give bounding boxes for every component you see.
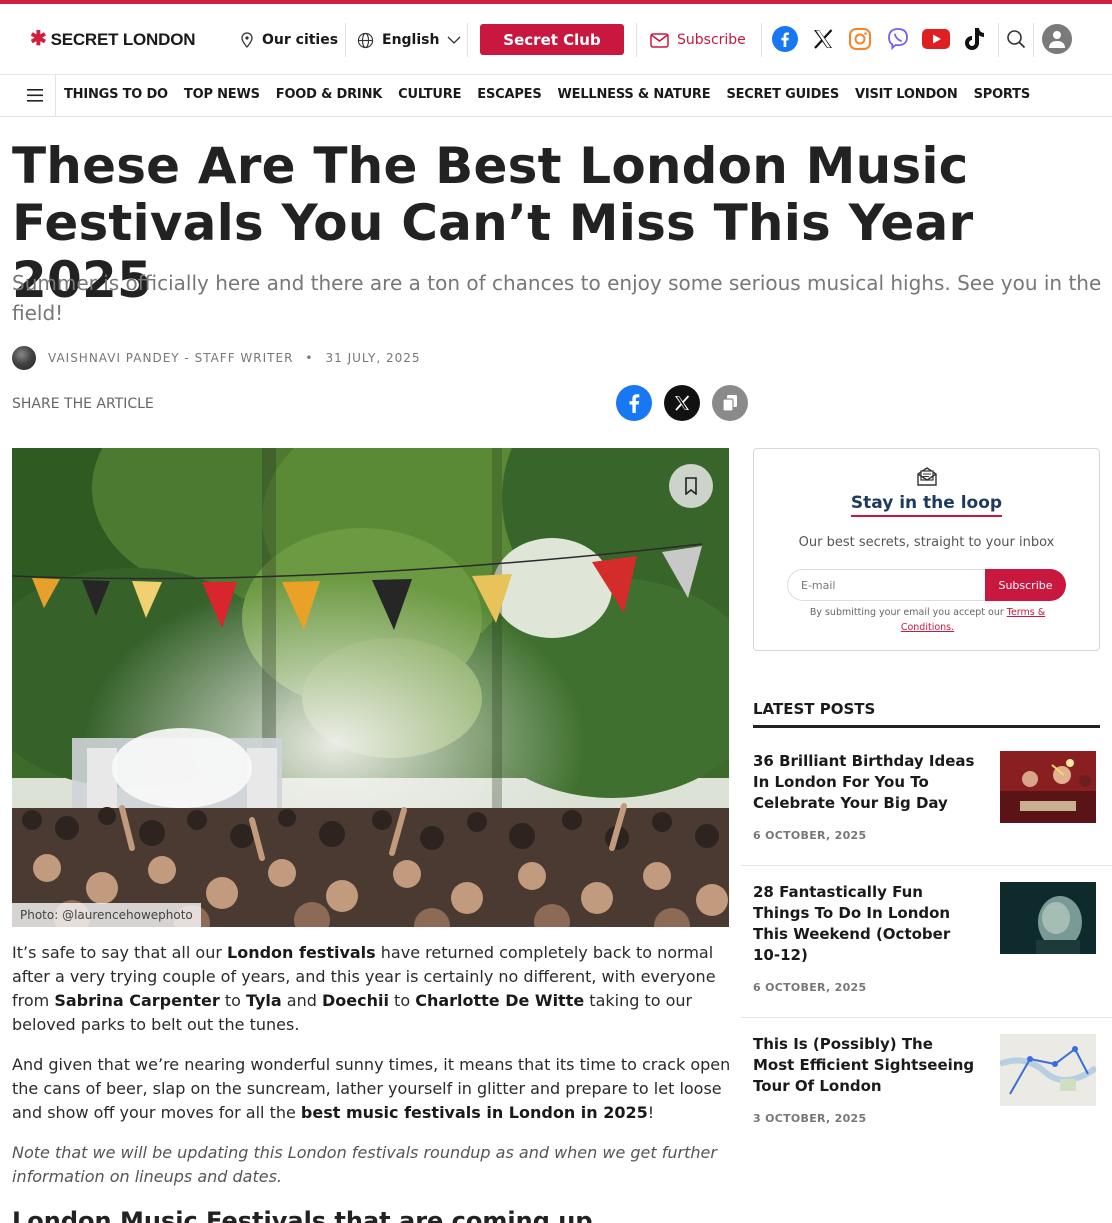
tiktok-icon[interactable]: [959, 24, 989, 54]
nav-links: THINGS TO DO TOP NEWS FOOD & DRINK CULTU…: [64, 87, 1030, 102]
byline-dot: •: [305, 351, 314, 365]
share-label: SHARE THE ARTICLE: [12, 396, 154, 412]
user-account-icon[interactable]: [1042, 24, 1072, 54]
cities-menu[interactable]: Our cities: [240, 26, 338, 54]
facebook-icon[interactable]: [770, 24, 800, 54]
newsletter-terms: By submitting your email you accept our …: [794, 605, 1061, 635]
text-run: to: [388, 991, 416, 1010]
cities-label: Our cities: [262, 32, 339, 48]
hero-festival-image: [12, 448, 729, 927]
chevron-down-icon: [447, 36, 461, 44]
publish-date: 31 JULY, 2025: [325, 351, 421, 365]
x-icon[interactable]: [808, 24, 838, 54]
post-thumbnail-weekend[interactable]: [1000, 882, 1096, 954]
author-avatar[interactable]: [12, 346, 36, 370]
category-nav: THINGS TO DO TOP NEWS FOOD & DRINK CULTU…: [0, 75, 1112, 117]
nav-item-sports[interactable]: SPORTS: [974, 87, 1031, 102]
text-run: and: [281, 991, 322, 1010]
header-divider: [467, 23, 468, 57]
terms-text: By submitting your email you accept our: [809, 607, 1007, 618]
highlight-text: best music festivals in London in 2025: [300, 1103, 648, 1122]
search-icon[interactable]: [1001, 24, 1031, 54]
subscribe-link[interactable]: Subscribe: [650, 26, 746, 54]
artist-name: Tyla: [245, 991, 282, 1010]
header-divider: [1033, 23, 1034, 57]
post-title[interactable]: This Is (Possibly) The Most Efficient Si…: [753, 1034, 978, 1097]
latest-post-item[interactable]: 28 Fantastically Fun Things To Do In Lon…: [741, 882, 1112, 1002]
inbox-icon: [916, 465, 938, 491]
latest-post-item[interactable]: This Is (Possibly) The Most Efficient Si…: [741, 1034, 1112, 1134]
article-subtitle: Summer is officially here and there are …: [12, 271, 1102, 325]
secret-club-button[interactable]: Secret Club: [480, 24, 624, 55]
post-divider: [741, 1017, 1112, 1018]
newsletter-box: Stay in the loop Our best secrets, strai…: [753, 448, 1100, 651]
article-paragraph: It’s safe to say that all our London fes…: [12, 941, 732, 1037]
article-note: Note that we will be updating this Londo…: [12, 1143, 717, 1186]
nav-item-food-drink[interactable]: FOOD & DRINK: [276, 87, 383, 102]
nav-item-culture[interactable]: CULTURE: [398, 87, 461, 102]
site-logo[interactable]: ✱ SECRET LONDON: [30, 28, 196, 50]
email-input[interactable]: E-mail: [787, 569, 987, 601]
text-run: It’s safe to say that all our: [12, 943, 227, 962]
bookmark-icon[interactable]: [669, 464, 713, 508]
post-thumbnail-birthday[interactable]: [1000, 751, 1096, 823]
artist-name: Sabrina Carpenter: [54, 991, 220, 1010]
festival-crowd-illustration: [12, 448, 729, 927]
latest-post-item[interactable]: 36 Brilliant Birthday Ideas In London Fo…: [741, 751, 1112, 861]
nav-item-escapes[interactable]: ESCAPES: [477, 87, 541, 102]
logo-text: SECRET LONDON: [50, 30, 196, 49]
post-date: 3 OCTOBER, 2025: [753, 1112, 867, 1125]
text-run: to: [219, 991, 246, 1010]
language-label: English: [382, 32, 440, 48]
nav-item-secret-guides[interactable]: SECRET GUIDES: [726, 87, 839, 102]
text-run: !: [647, 1103, 655, 1122]
article-paragraph: And given that we’re nearing wonderful s…: [12, 1053, 732, 1125]
post-date: 6 OCTOBER, 2025: [753, 829, 867, 842]
newsletter-subtitle: Our best secrets, straight to your inbox: [798, 535, 1055, 550]
post-title[interactable]: 28 Fantastically Fun Things To Do In Lon…: [753, 882, 978, 966]
post-date: 6 OCTOBER, 2025: [753, 981, 867, 994]
share-facebook-icon[interactable]: [616, 385, 652, 421]
globe-icon: [357, 32, 374, 48]
nav-item-visit-london[interactable]: VISIT LONDON: [855, 87, 958, 102]
post-title[interactable]: 36 Brilliant Birthday Ideas In London Fo…: [753, 751, 978, 814]
language-selector[interactable]: English: [357, 26, 461, 54]
artist-name: Doechii: [322, 991, 389, 1010]
section-heading: London Music Festivals that are coming u…: [12, 1207, 593, 1223]
header-divider: [636, 23, 637, 57]
nav-item-top-news[interactable]: TOP NEWS: [184, 87, 260, 102]
newsletter-title: Stay in the loop: [754, 493, 1099, 517]
menu-icon[interactable]: [15, 75, 56, 116]
copy-link-icon[interactable]: [712, 385, 748, 421]
instagram-icon[interactable]: [845, 24, 875, 54]
newsletter-subscribe-button[interactable]: Subscribe: [985, 569, 1066, 601]
header-divider: [761, 23, 762, 57]
latest-posts-heading: LATEST POSTS: [753, 700, 1100, 728]
link-london-festivals[interactable]: London festivals: [227, 943, 376, 962]
site-header: ✱ SECRET LONDON Our cities English Secre…: [0, 4, 1112, 75]
subscribe-label: Subscribe: [677, 32, 746, 48]
logo-star-icon: ✱: [30, 28, 47, 50]
newsletter-title-text: Stay in the loop: [850, 493, 1003, 517]
author-name[interactable]: VAISHNAVI PANDEY - STAFF WRITER: [48, 351, 293, 365]
nav-item-things-to-do[interactable]: THINGS TO DO: [64, 87, 168, 102]
post-divider: [741, 865, 1112, 866]
nav-item-wellness-nature[interactable]: WELLNESS & NATURE: [558, 87, 711, 102]
header-divider: [345, 23, 346, 57]
youtube-icon[interactable]: [921, 24, 951, 54]
share-x-icon[interactable]: [664, 385, 700, 421]
location-pin-icon: [241, 32, 253, 48]
mail-icon: [650, 32, 669, 48]
artist-name: Charlotte De Witte: [415, 991, 585, 1010]
header-divider: [998, 23, 999, 57]
post-thumbnail-map[interactable]: [1000, 1034, 1096, 1106]
photo-caption: Photo: @laurencehowephoto: [12, 903, 201, 927]
viber-icon[interactable]: [883, 24, 913, 54]
article-byline: VAISHNAVI PANDEY - STAFF WRITER • 31 JUL…: [12, 346, 421, 370]
